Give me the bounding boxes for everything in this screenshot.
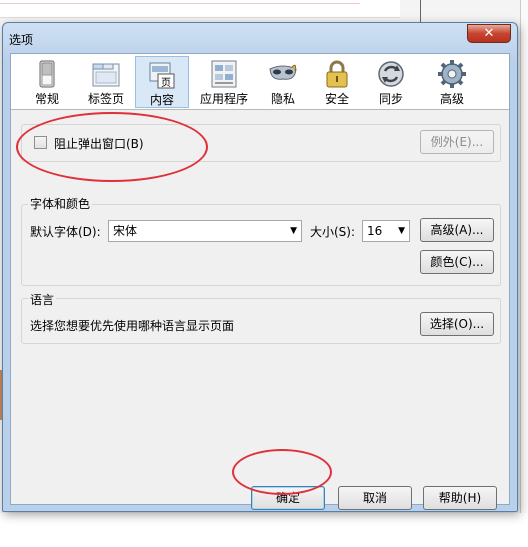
- padlock-icon: [326, 60, 348, 88]
- switch-icon: [39, 60, 55, 88]
- tab-label: 应用程序: [199, 92, 248, 106]
- tab-applications[interactable]: 应用程序: [191, 56, 257, 108]
- annotation-circle-popup: [16, 112, 208, 182]
- default-font-value: 宋体: [113, 224, 138, 238]
- background-divider: [420, 0, 421, 22]
- cancel-button[interactable]: 取消: [338, 486, 412, 510]
- colors-button[interactable]: 颜色(C)...: [420, 250, 494, 274]
- background-right-panel: [520, 0, 528, 547]
- tab-label: 常规: [34, 92, 59, 106]
- options-dialog: 选项 ✕ 常规 标签页 页 内容 应用程序 隐私 安全 同步 高级 阻止弹出窗口…: [2, 22, 518, 512]
- sync-icon: [378, 61, 404, 87]
- tab-label: 同步: [378, 92, 403, 106]
- font-size-label: 大小(S):: [310, 225, 356, 239]
- tab-label: 高级: [439, 92, 464, 106]
- mask-icon: [269, 64, 297, 80]
- dialog-title: 选项: [9, 33, 34, 47]
- page-content-icon: 页: [149, 62, 175, 89]
- close-button[interactable]: ✕: [467, 24, 511, 43]
- default-font-label: 默认字体(D):: [30, 225, 101, 239]
- close-icon: ✕: [483, 26, 495, 41]
- page-glyph: 页: [161, 77, 171, 89]
- language-group: 语言 选择您想要优先使用哪种语言显示页面 选择(O)...: [21, 291, 501, 344]
- tab-privacy[interactable]: 隐私: [261, 56, 305, 108]
- applications-icon: [211, 60, 237, 88]
- tab-label: 隐私: [270, 92, 295, 106]
- background-bottom-strip: [0, 513, 528, 547]
- font-size-value: 16: [367, 224, 383, 238]
- tab-label: 标签页: [87, 92, 124, 106]
- default-font-select[interactable]: 宋体 ▼: [108, 220, 302, 242]
- language-group-label: 语言: [28, 291, 57, 308]
- background-line: [0, 3, 360, 4]
- window-tabs-icon: [92, 63, 120, 87]
- language-description: 选择您想要优先使用哪种语言显示页面: [30, 319, 235, 333]
- exceptions-button[interactable]: 例外(E)...: [420, 130, 494, 154]
- font-advanced-button[interactable]: 高级(A)...: [420, 218, 494, 242]
- gear-icon: [438, 60, 466, 88]
- tab-sync[interactable]: 同步: [369, 56, 413, 108]
- chevron-down-icon: ▼: [398, 226, 405, 236]
- tab-label: 安全: [324, 92, 349, 106]
- fonts-colors-group: 字体和颜色 默认字体(D): 宋体 ▼ 大小(S): 16 ▼ 高级(A)...…: [21, 195, 501, 286]
- tab-tabs[interactable]: 标签页: [77, 56, 135, 108]
- chevron-down-icon: ▼: [290, 226, 297, 236]
- fonts-group-label: 字体和颜色: [28, 195, 93, 212]
- annotation-circle-ok: [232, 449, 332, 495]
- tab-general[interactable]: 常规: [17, 56, 77, 108]
- tab-security[interactable]: 安全: [315, 56, 359, 108]
- tab-label: 内容: [149, 93, 174, 107]
- tab-content[interactable]: 页 内容: [135, 56, 189, 108]
- choose-language-button[interactable]: 选择(O)...: [420, 312, 494, 336]
- options-toolbar: 常规 标签页 页 内容 应用程序 隐私 安全 同步 高级: [11, 54, 509, 110]
- help-button[interactable]: 帮助(H): [423, 486, 497, 510]
- font-size-select[interactable]: 16 ▼: [362, 220, 410, 242]
- title-bar[interactable]: 选项 ✕: [3, 23, 517, 53]
- tab-advanced[interactable]: 高级: [425, 56, 479, 108]
